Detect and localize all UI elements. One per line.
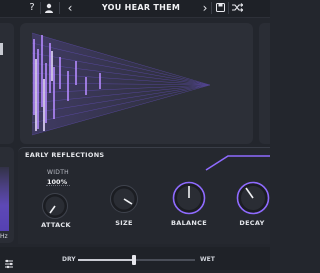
help-icon[interactable]: ? — [26, 1, 38, 15]
left-side-panel — [0, 23, 14, 144]
wet-label: WET — [200, 256, 215, 263]
preset-name[interactable]: YOU HEAR THEM — [82, 1, 200, 15]
right-side-panel — [259, 23, 270, 144]
divider — [228, 2, 229, 14]
width-slider[interactable] — [46, 185, 70, 190]
divider — [40, 2, 41, 14]
save-icon[interactable] — [214, 1, 226, 15]
attack-label: ATTACK — [41, 221, 71, 229]
mix-slider-handle[interactable] — [132, 255, 137, 265]
left-eq-panel — [0, 147, 14, 243]
mix-slider-fill — [78, 259, 135, 261]
sliders-icon[interactable] — [4, 254, 14, 269]
divider — [211, 2, 212, 14]
balance-label: BALANCE — [171, 219, 207, 227]
next-preset-button[interactable]: › — [200, 1, 210, 15]
decay-label: DECAY — [239, 219, 265, 227]
reflection-display — [20, 23, 253, 144]
user-icon[interactable] — [42, 1, 56, 15]
balance-knob[interactable] — [172, 181, 206, 215]
decay-curve — [205, 155, 270, 171]
size-label: SIZE — [115, 219, 133, 227]
shuffle-icon[interactable] — [230, 1, 244, 15]
attack-knob[interactable] — [41, 192, 69, 220]
prev-preset-button[interactable]: ‹ — [64, 1, 76, 15]
width-label: WIDTH — [47, 169, 69, 176]
section-title: EARLY REFLECTIONS — [25, 151, 105, 159]
decay-knob[interactable] — [236, 181, 270, 215]
frequency-unit-label: Hz — [0, 233, 8, 240]
size-knob[interactable] — [109, 184, 139, 214]
left-panel-marker — [0, 43, 3, 55]
dry-label: DRY — [62, 256, 76, 263]
divider — [59, 2, 60, 14]
